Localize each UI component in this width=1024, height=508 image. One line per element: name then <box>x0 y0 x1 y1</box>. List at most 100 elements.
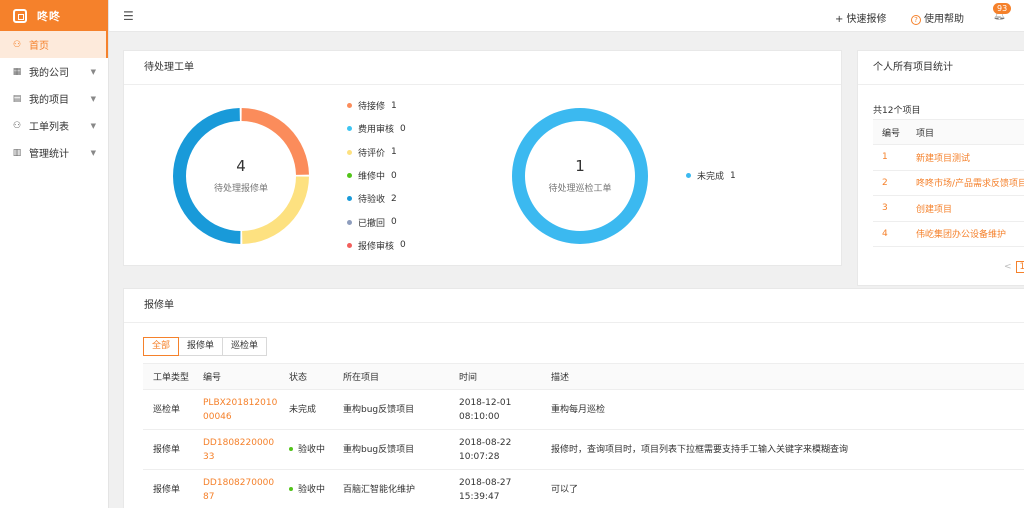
column-header: 工单类型 <box>143 363 193 390</box>
legend-name: 报修审核 <box>358 241 395 252</box>
legend-item[interactable]: 待验收 2 <box>347 187 406 210</box>
legend-item[interactable]: 未完成 1 <box>686 164 736 187</box>
project-name-link[interactable]: 创建项目 <box>907 195 1024 222</box>
legend-name: 未完成 <box>697 172 725 183</box>
pending-tickets-card: 待处理工单 4 待处理报修单 待接修 1 费用审核 0 待评价 1 维修中 0 待验收 2… <box>123 50 842 266</box>
top-bar: ☰ + 快速报修 ? 使用帮助 🔔︎ 93 <box>109 0 1024 32</box>
project-name-link[interactable]: 新建项目测试 <box>907 144 1024 171</box>
card-title: 待处理工单 <box>124 51 841 85</box>
card-title: 报修单 <box>124 289 1024 323</box>
legend-dot <box>347 219 352 225</box>
repair-orders-card: 报修单 全部 报修单 巡检单 工单类型 编号 状态 所在项目 时间 描述 巡检单… <box>123 288 1024 508</box>
help-label: 使用帮助 <box>924 14 964 25</box>
table-row[interactable]: 报修单 DD180822000033 验收中 重构bug反馈项目 2018-08… <box>143 429 1024 470</box>
column-header: 描述 <box>541 363 1024 390</box>
table-row[interactable]: 报修单 DD180827000087 验收中 百脑汇智能化维护 2018-08-… <box>143 469 1024 508</box>
project-icon: ▤ <box>12 93 22 104</box>
legend-name: 已撤回 <box>358 218 386 229</box>
quick-repair-link[interactable]: + 快速报修 <box>835 10 887 25</box>
legend-name: 费用审核 <box>358 125 395 136</box>
sidebar-item-tickets[interactable]: ⚇ 工单列表 ▼ <box>0 112 108 139</box>
ticket-status: 验收中 <box>279 429 333 470</box>
legend-count: 0 <box>391 170 397 181</box>
project-no: 3 <box>873 195 907 222</box>
project-table: 编号 项目 1 新建项目测试 2 咚咚市场/产品需求反馈项目 3 创建项目 4 伟屹集团… <box>873 119 1024 247</box>
chevron-down-icon: ▼ <box>90 67 96 76</box>
legend-dot <box>347 103 352 109</box>
legend-item[interactable]: 费用审核 0 <box>347 117 406 140</box>
legend-item[interactable]: 待评价 1 <box>347 141 406 164</box>
project-no: 2 <box>873 170 907 196</box>
project-name-link[interactable]: 伟屹集团办公设备维护 <box>907 221 1024 247</box>
table-row[interactable]: 2 咚咚市场/产品需求反馈项目 <box>873 170 1024 196</box>
notification-badge: 93 <box>993 3 1012 14</box>
menu-toggle-icon[interactable]: ☰ <box>123 9 134 23</box>
project-stats-card: 个人所有项目统计 共12个项目 编号 项目 1 新建项目测试 2 咚咚市场/产品需求… <box>857 50 1024 286</box>
legend-dot <box>347 149 352 155</box>
sidebar-item-label: 管理统计 <box>29 149 69 160</box>
chevron-down-icon: ▼ <box>90 148 96 157</box>
help-link[interactable]: ? 使用帮助 <box>911 10 964 25</box>
sidebar-item-stats[interactable]: ▥ 管理统计 ▼ <box>0 139 108 166</box>
ticket-code-link[interactable]: DD180827000087 <box>193 469 279 508</box>
card-title: 个人所有项目统计 <box>858 51 1024 85</box>
ticket-code-link[interactable]: DD180822000033 <box>193 429 279 470</box>
donut-segment-to-accept <box>173 108 241 244</box>
ticket-desc: 可以了 <box>541 469 1024 508</box>
ticket-time: 2018-12-01 08:10:00 <box>449 389 541 430</box>
inspect-donut-count: 1 <box>575 157 585 175</box>
legend-dot <box>347 173 352 179</box>
column-header: 项目 <box>907 119 1024 145</box>
legend-item[interactable]: 维修中 0 <box>347 164 406 187</box>
legend-count: 1 <box>391 147 397 158</box>
project-no: 4 <box>873 221 907 247</box>
legend-item[interactable]: 报修审核 0 <box>347 234 406 257</box>
project-name-link[interactable]: 咚咚市场/产品需求反馈项目 <box>907 170 1024 196</box>
legend-name: 待接修 <box>358 102 386 113</box>
table-row[interactable]: 3 创建项目 <box>873 195 1024 222</box>
user-icon: ⚇ <box>12 39 22 50</box>
legend-dot <box>347 126 352 132</box>
legend-count: 0 <box>400 240 406 251</box>
status-text: 验收中 <box>298 484 326 495</box>
ticket-desc: 报修时，查询项目时，项目列表下拉框需要支持手工输入关键字来模糊查询 <box>541 429 1024 470</box>
status-dot-icon <box>289 447 293 451</box>
column-header: 编号 <box>193 363 279 390</box>
sidebar-item-home[interactable]: ⚇ 首页 <box>0 31 108 58</box>
legend-count: 2 <box>391 193 397 204</box>
ticket-type: 报修单 <box>143 469 193 508</box>
sidebar-item-label: 首页 <box>29 41 49 52</box>
inspect-donut-label: 待处理巡检工单 <box>548 184 612 194</box>
sidebar-item-label: 我的项目 <box>29 95 69 106</box>
prev-page-button[interactable]: < <box>1004 262 1012 272</box>
type-filter-tabs: 全部 报修单 巡检单 <box>143 337 268 356</box>
filter-inspect-button[interactable]: 巡检单 <box>222 337 268 356</box>
sidebar-item-projects[interactable]: ▤ 我的项目 ▼ <box>0 85 108 112</box>
ticket-project: 百脑汇智能化维护 <box>333 469 449 508</box>
column-header: 状态 <box>279 363 333 390</box>
ticket-status: 验收中 <box>279 469 333 508</box>
legend-count: 0 <box>400 123 406 134</box>
legend-item[interactable]: 已撤回 0 <box>347 210 406 233</box>
legend-dot <box>347 196 352 202</box>
chevron-down-icon: ▼ <box>90 121 96 130</box>
repair-table: 工单类型 编号 状态 所在项目 时间 描述 巡检单 PLBX2018120100… <box>143 363 1024 508</box>
page-button-current[interactable]: 1 <box>1015 261 1024 273</box>
column-header: 编号 <box>873 119 907 145</box>
filter-repair-button[interactable]: 报修单 <box>178 337 224 356</box>
repair-donut-count: 4 <box>236 157 246 175</box>
table-row[interactable]: 巡检单 PLBX20181201000046 未完成 重构bug反馈项目 201… <box>143 389 1024 430</box>
sidebar-item-company[interactable]: ▦ 我的公司 ▼ <box>0 58 108 85</box>
project-no: 1 <box>873 144 907 171</box>
legend-item[interactable]: 待接修 1 <box>347 94 406 117</box>
legend-dot <box>347 242 352 248</box>
ticket-status: 未完成 <box>279 389 333 430</box>
brand-header[interactable]: 咚咚 <box>0 0 108 31</box>
filter-all-button[interactable]: 全部 <box>143 337 180 356</box>
table-row[interactable]: 1 新建项目测试 <box>873 144 1024 171</box>
ticket-code-link[interactable]: PLBX20181201000046 <box>193 389 279 430</box>
project-total: 共12个项目 <box>873 106 921 116</box>
legend-count: 1 <box>391 100 397 111</box>
table-row[interactable]: 4 伟屹集团办公设备维护 <box>873 221 1024 247</box>
column-header: 时间 <box>449 363 541 390</box>
